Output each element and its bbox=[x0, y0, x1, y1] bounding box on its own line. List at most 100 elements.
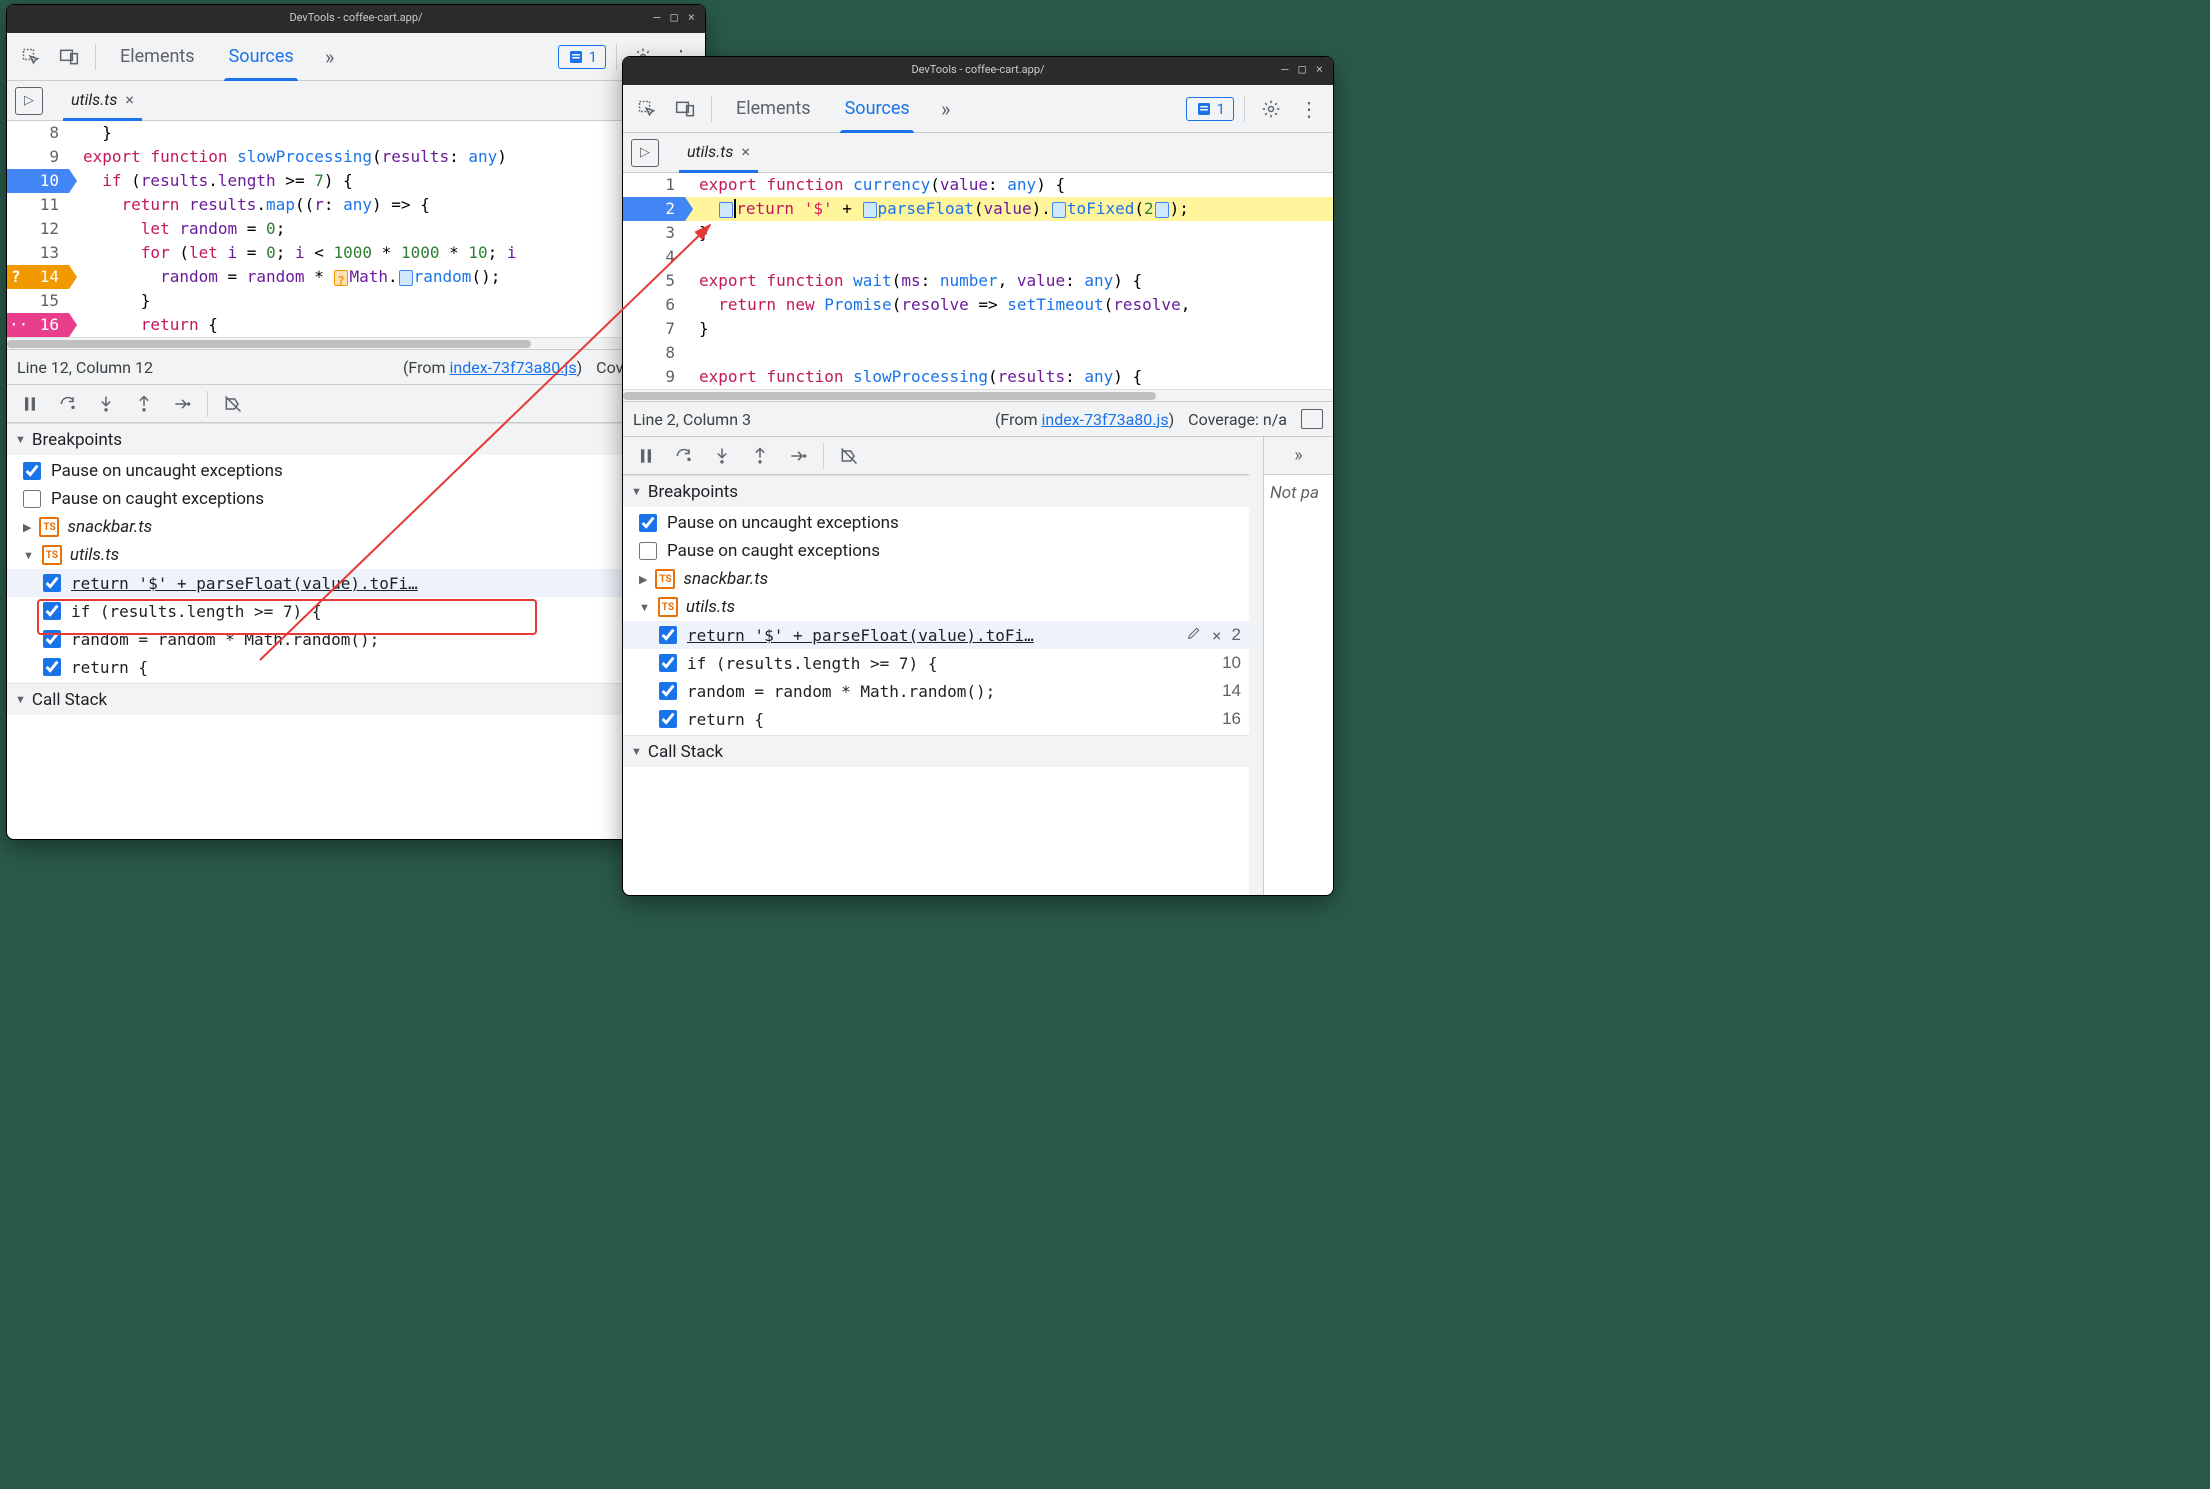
line-number[interactable]: 8 bbox=[623, 341, 685, 365]
breakpoint-entry[interactable]: if (results.length >= 7) { 10 bbox=[623, 649, 1249, 677]
line-number[interactable]: 15 bbox=[7, 289, 69, 313]
bp-file-snackbar[interactable]: ▶TSsnackbar.ts bbox=[7, 513, 705, 541]
line-number[interactable]: 4 bbox=[623, 245, 685, 269]
chevron-right-icon: ▶ bbox=[639, 573, 647, 586]
deactivate-breakpoints-icon[interactable] bbox=[832, 440, 866, 472]
breakpoint-entry[interactable]: return '$' + parseFloat(value).toFi… × 2 bbox=[623, 621, 1249, 649]
maximize-icon[interactable]: □ bbox=[671, 10, 678, 24]
more-panes-icon[interactable]: » bbox=[1264, 437, 1333, 475]
inspect-icon[interactable] bbox=[15, 41, 47, 73]
conditional-breakpoint-marker[interactable]: 14 bbox=[7, 265, 69, 289]
line-number[interactable]: 11 bbox=[7, 193, 69, 217]
kebab-menu-icon[interactable]: ⋮ bbox=[1293, 93, 1325, 125]
code-editor[interactable]: 8 } 9export function slowProcessing(resu… bbox=[7, 121, 705, 349]
navigator-toggle-icon[interactable]: ▷ bbox=[15, 87, 43, 115]
file-tab-utils[interactable]: utils.ts × bbox=[679, 133, 758, 173]
horizontal-scrollbar[interactable] bbox=[7, 337, 705, 349]
breakpoints-section-header[interactable]: ▼Breakpoints bbox=[623, 475, 1249, 507]
edit-breakpoint-icon[interactable] bbox=[1186, 625, 1202, 645]
sourcemap-link[interactable]: index-73f73a80.js bbox=[449, 358, 576, 377]
close-icon[interactable]: × bbox=[688, 10, 695, 24]
pause-icon[interactable] bbox=[629, 440, 663, 472]
issues-count: 1 bbox=[1217, 100, 1225, 118]
pause-uncaught-checkbox[interactable]: Pause on uncaught exceptions bbox=[623, 509, 1249, 537]
tab-sources[interactable]: Sources bbox=[215, 33, 308, 81]
line-number[interactable]: 9 bbox=[7, 145, 69, 169]
line-number[interactable]: 8 bbox=[7, 121, 69, 145]
file-tab-utils[interactable]: utils.ts × bbox=[63, 81, 142, 121]
pause-icon[interactable] bbox=[13, 388, 47, 420]
minimize-icon[interactable]: — bbox=[653, 10, 660, 24]
pause-caught-checkbox[interactable]: Pause on caught exceptions bbox=[7, 485, 705, 513]
more-tabs-icon[interactable]: » bbox=[314, 41, 346, 73]
maximize-icon[interactable]: □ bbox=[1299, 62, 1306, 76]
line-number[interactable]: 6 bbox=[623, 293, 685, 317]
more-tabs-icon[interactable]: » bbox=[930, 93, 962, 125]
code-editor[interactable]: 1export function currency(value: any) { … bbox=[623, 173, 1333, 401]
breakpoint-entry[interactable]: random = random * Math.random(); 14 bbox=[623, 677, 1249, 705]
cursor-position: Line 12, Column 12 bbox=[17, 358, 153, 377]
bp-file-utils[interactable]: ▼TSutils.ts bbox=[623, 593, 1249, 621]
step-out-icon[interactable] bbox=[743, 440, 777, 472]
breakpoint-inline-marker[interactable] bbox=[399, 270, 413, 286]
close-tab-icon[interactable]: × bbox=[741, 142, 750, 161]
line-number[interactable]: 5 bbox=[623, 269, 685, 293]
bp-file-utils[interactable]: ▼TSutils.ts bbox=[7, 541, 705, 569]
breakpoint-inline-marker[interactable] bbox=[1052, 202, 1066, 218]
navigator-toggle-icon[interactable]: ▷ bbox=[631, 139, 659, 167]
title-text: DevTools - coffee-cart.app/ bbox=[289, 11, 422, 24]
line-number[interactable]: 7 bbox=[623, 317, 685, 341]
horizontal-scrollbar[interactable] bbox=[623, 389, 1333, 401]
step-icon[interactable] bbox=[165, 388, 199, 420]
pause-caught-checkbox[interactable]: Pause on caught exceptions bbox=[623, 537, 1249, 565]
tab-elements[interactable]: Elements bbox=[106, 33, 209, 81]
close-icon[interactable]: × bbox=[1316, 62, 1323, 76]
callstack-section-header[interactable]: ▼Call Stack bbox=[623, 735, 1249, 767]
breakpoints-section-header[interactable]: ▼Breakpoints bbox=[7, 423, 705, 455]
breakpoint-inline-marker[interactable] bbox=[719, 202, 733, 218]
step-into-icon[interactable] bbox=[89, 388, 123, 420]
breakpoint-entry[interactable]: return { 16 bbox=[7, 653, 705, 681]
breakpoint-entry[interactable]: random = random * Math.random(); 14 bbox=[7, 625, 705, 653]
tab-sources[interactable]: Sources bbox=[831, 85, 924, 133]
step-into-icon[interactable] bbox=[705, 440, 739, 472]
breakpoint-marker[interactable]: 2 bbox=[623, 197, 685, 221]
breakpoint-marker[interactable]: 10 bbox=[7, 169, 69, 193]
breakpoint-entry[interactable]: if (results.length >= 7) { 10 bbox=[7, 597, 705, 625]
close-tab-icon[interactable]: × bbox=[125, 90, 134, 109]
issues-badge[interactable]: 1 bbox=[1186, 97, 1234, 121]
pause-uncaught-checkbox[interactable]: Pause on uncaught exceptions bbox=[7, 457, 705, 485]
breakpoint-entry[interactable]: return '$' + parseFloat(value).toFi… × 2 bbox=[7, 569, 705, 597]
callstack-section-header[interactable]: ▼Call Stack bbox=[7, 683, 705, 715]
line-number[interactable]: 3 bbox=[623, 221, 685, 245]
inspect-icon[interactable] bbox=[631, 93, 663, 125]
line-number[interactable]: 12 bbox=[7, 217, 69, 241]
drawer-toggle-icon[interactable] bbox=[1301, 409, 1323, 429]
breakpoint-inline-marker[interactable] bbox=[863, 202, 877, 218]
device-toggle-icon[interactable] bbox=[669, 93, 701, 125]
line-number[interactable]: 9 bbox=[623, 365, 685, 389]
bp-file-snackbar[interactable]: ▶TSsnackbar.ts bbox=[623, 565, 1249, 593]
debugger-toolbar bbox=[623, 437, 1249, 475]
breakpoint-inline-marker[interactable] bbox=[334, 270, 348, 286]
line-number[interactable]: 1 bbox=[623, 173, 685, 197]
remove-breakpoint-icon[interactable]: × bbox=[1212, 626, 1222, 645]
settings-icon[interactable] bbox=[1255, 93, 1287, 125]
step-over-icon[interactable] bbox=[667, 440, 701, 472]
tab-elements[interactable]: Elements bbox=[722, 85, 825, 133]
device-toggle-icon[interactable] bbox=[53, 41, 85, 73]
step-out-icon[interactable] bbox=[127, 388, 161, 420]
step-icon[interactable] bbox=[781, 440, 815, 472]
breakpoint-inline-marker[interactable] bbox=[1155, 202, 1169, 218]
cursor-position: Line 2, Column 3 bbox=[633, 410, 751, 429]
breakpoint-entry[interactable]: return { 16 bbox=[623, 705, 1249, 733]
deactivate-breakpoints-icon[interactable] bbox=[216, 388, 250, 420]
line-number[interactable]: 13 bbox=[7, 241, 69, 265]
step-over-icon[interactable] bbox=[51, 388, 85, 420]
minimize-icon[interactable]: — bbox=[1281, 62, 1288, 76]
vertical-scrollbar[interactable] bbox=[1249, 437, 1263, 895]
sourcemap-link[interactable]: index-73f73a80.js bbox=[1041, 410, 1168, 429]
issues-badge[interactable]: 1 bbox=[558, 45, 606, 69]
logpoint-marker[interactable]: 16 bbox=[7, 313, 69, 337]
typescript-icon: TS bbox=[39, 517, 59, 537]
